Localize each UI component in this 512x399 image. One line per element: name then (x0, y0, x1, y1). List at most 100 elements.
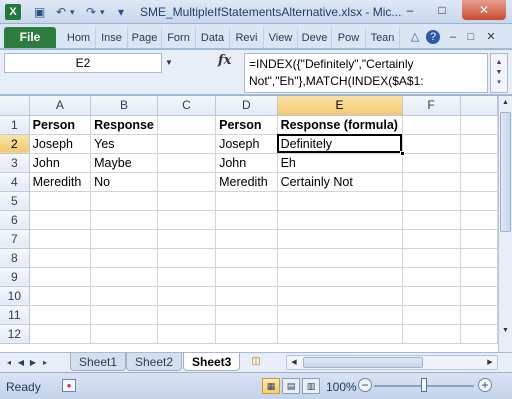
cell-e4[interactable]: Certainly Not (277, 172, 403, 192)
sheet-tab-sheet3[interactable]: Sheet3 (183, 353, 241, 371)
cell-c7[interactable] (157, 229, 217, 249)
formula-input[interactable]: =INDEX({"Definitely","Certainly Not","Eh… (244, 53, 488, 93)
cell-a11[interactable] (29, 305, 92, 325)
cell-f9[interactable] (402, 267, 461, 287)
cell-empty[interactable] (460, 172, 498, 192)
close-button[interactable]: ✕ (462, 0, 506, 20)
row-header[interactable]: 11 (0, 305, 30, 325)
scroll-up-icon[interactable]: ▲ (499, 96, 512, 110)
cell-d5[interactable] (215, 191, 278, 211)
cell-b11[interactable] (90, 305, 158, 325)
cell-f2[interactable] (402, 134, 461, 154)
cell-empty[interactable] (460, 267, 498, 287)
cell-empty[interactable] (460, 210, 498, 230)
cell-a4[interactable]: Meredith (29, 172, 92, 192)
cell-e7[interactable] (277, 229, 403, 249)
cell-b8[interactable] (90, 248, 158, 268)
workbook-minimize-icon[interactable]: – (446, 30, 460, 44)
row-header[interactable]: 2 (0, 134, 30, 154)
fill-handle[interactable] (399, 150, 405, 156)
cell-f5[interactable] (402, 191, 461, 211)
row-header[interactable]: 3 (0, 153, 30, 173)
formula-bar-scroll[interactable]: ▲ ▼ ▾ (490, 53, 508, 93)
cell-d4[interactable]: Meredith (215, 172, 278, 192)
cell-c2[interactable] (157, 134, 217, 154)
cell-e2[interactable]: Definitely (277, 134, 405, 156)
workbook-restore-icon[interactable]: □ (464, 30, 478, 44)
scroll-left-icon[interactable]: ◀ (287, 356, 301, 369)
minimize-button[interactable]: – (396, 0, 424, 20)
cell-e8[interactable] (277, 248, 403, 268)
cell-f6[interactable] (402, 210, 461, 230)
cell-a1[interactable]: Person (29, 115, 92, 135)
tab-home[interactable]: Hom (62, 28, 96, 48)
cell-b7[interactable] (90, 229, 158, 249)
tab-data[interactable]: Data (196, 28, 230, 48)
tab-power[interactable]: Pow (332, 28, 366, 48)
row-header[interactable]: 4 (0, 172, 30, 192)
row-header[interactable]: 1 (0, 115, 30, 135)
worksheet-grid[interactable]: A B C D E F 1 Person Response Person Respons… (0, 96, 498, 352)
cell-c12[interactable] (157, 324, 217, 344)
row-header[interactable]: 7 (0, 229, 30, 249)
cell-b9[interactable] (90, 267, 158, 287)
tab-review[interactable]: Revi (230, 28, 264, 48)
insert-function-icon[interactable]: fx (218, 53, 231, 68)
page-break-preview-button[interactable]: ▥ (302, 378, 320, 394)
row-header[interactable]: 6 (0, 210, 30, 230)
sheet-tab-sheet2[interactable]: Sheet2 (126, 353, 183, 371)
cell-empty[interactable] (460, 324, 498, 344)
cell-c10[interactable] (157, 286, 217, 306)
column-header-selected[interactable]: E (277, 96, 403, 116)
cell-empty[interactable] (460, 229, 498, 249)
cell-b12[interactable] (90, 324, 158, 344)
cell-d12[interactable] (215, 324, 278, 344)
cell-a12[interactable] (29, 324, 92, 344)
cell-d3[interactable]: John (215, 153, 278, 173)
cell-e9[interactable] (277, 267, 403, 287)
row-header[interactable]: 8 (0, 248, 30, 268)
cell-f10[interactable] (402, 286, 461, 306)
cell-b1[interactable]: Response (90, 115, 158, 135)
tab-view[interactable]: View (264, 28, 298, 48)
cell-e1[interactable]: Response (formula) (277, 115, 403, 135)
cell-d1[interactable]: Person (215, 115, 278, 135)
cell-c3[interactable] (157, 153, 217, 173)
undo-dropdown-icon[interactable]: ▾ (70, 4, 75, 20)
zoom-in-button[interactable]: + (478, 378, 492, 392)
undo-icon[interactable]: ↶ (56, 4, 66, 20)
scroll-down-icon[interactable]: ▼ (499, 324, 512, 338)
cell-f3[interactable] (402, 153, 461, 173)
cell-d2[interactable]: Joseph (215, 134, 278, 154)
minimize-ribbon-icon[interactable]: △ (408, 30, 422, 44)
cell-empty[interactable] (460, 115, 498, 135)
file-tab[interactable]: File (4, 27, 56, 48)
column-header[interactable]: B (90, 96, 158, 116)
cell-c9[interactable] (157, 267, 217, 287)
scroll-right-icon[interactable]: ▶ (483, 356, 497, 369)
tab-team[interactable]: Tean (366, 28, 400, 48)
cell-e5[interactable] (277, 191, 403, 211)
customize-qat-icon[interactable]: ▾ (118, 4, 124, 20)
maximize-button[interactable]: □ (428, 0, 456, 20)
cell-a2[interactable]: Joseph (29, 134, 92, 154)
cell-b2[interactable]: Yes (90, 134, 158, 154)
cell-empty[interactable] (460, 153, 498, 173)
cell-a7[interactable] (29, 229, 92, 249)
page-layout-view-button[interactable]: ▤ (282, 378, 300, 394)
cell-f11[interactable] (402, 305, 461, 325)
cell-e10[interactable] (277, 286, 403, 306)
zoom-level[interactable]: 100% (326, 380, 357, 394)
cell-a10[interactable] (29, 286, 92, 306)
redo-dropdown-icon[interactable]: ▾ (100, 4, 105, 20)
cell-c11[interactable] (157, 305, 217, 325)
cell-e11[interactable] (277, 305, 403, 325)
cell-a6[interactable] (29, 210, 92, 230)
last-sheet-icon[interactable]: ▸ (40, 356, 50, 370)
cell-empty[interactable] (460, 134, 498, 154)
cell-a5[interactable] (29, 191, 92, 211)
cell-empty[interactable] (460, 286, 498, 306)
tab-formulas[interactable]: Forn (162, 28, 196, 48)
tab-developer[interactable]: Deve (298, 28, 332, 48)
column-header[interactable]: A (29, 96, 92, 116)
